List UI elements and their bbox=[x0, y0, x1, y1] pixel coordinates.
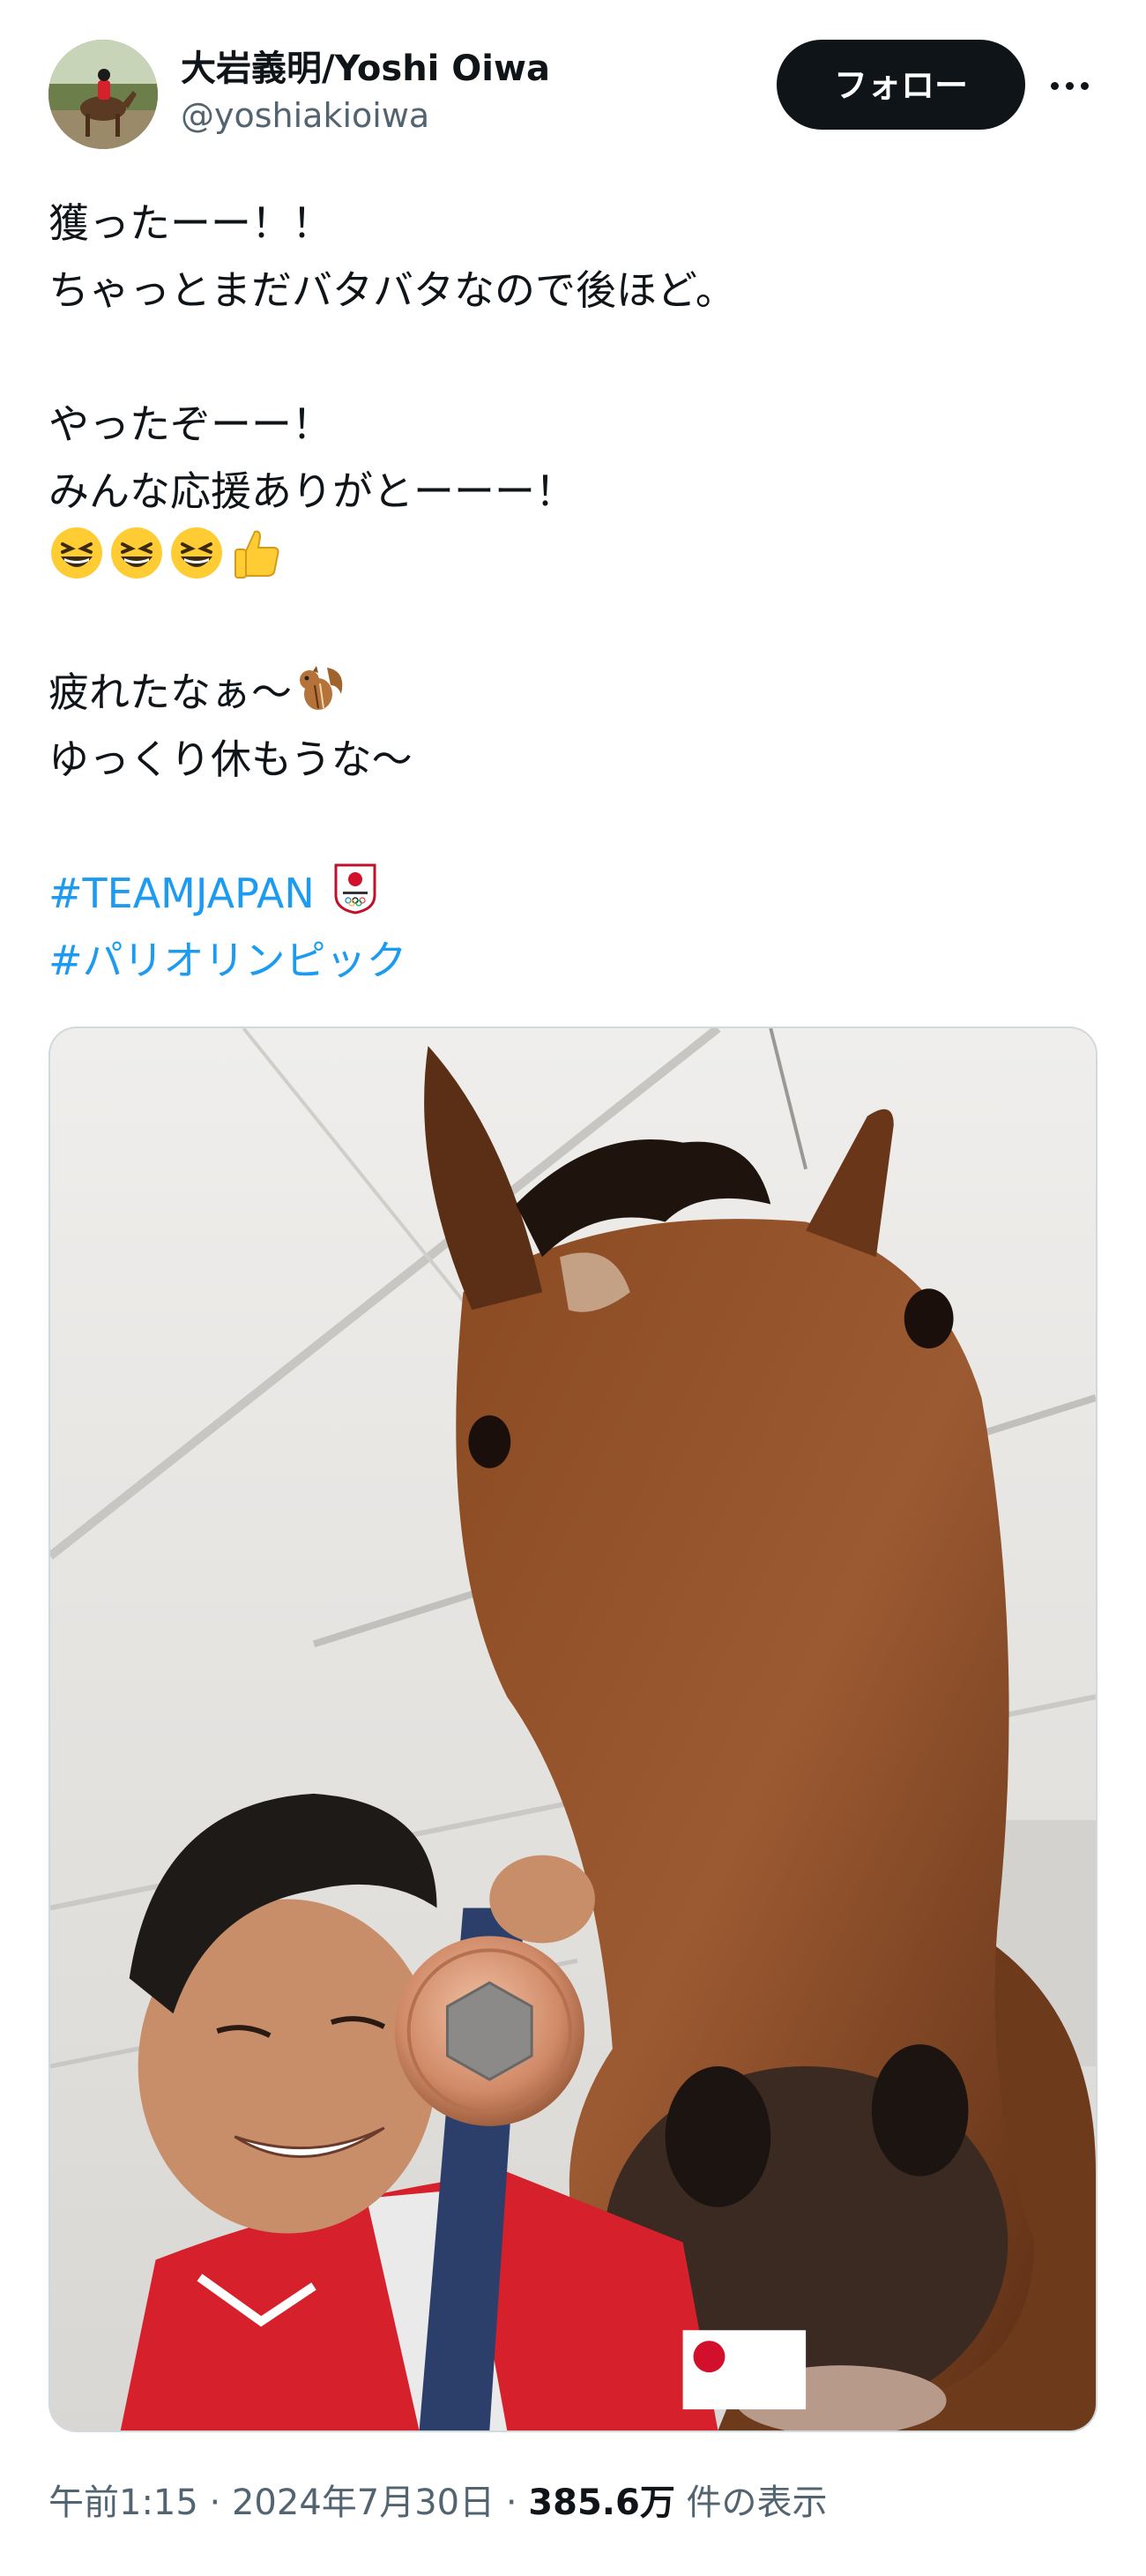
follow-button[interactable]: フォロー bbox=[777, 40, 1025, 130]
tweet-photo[interactable] bbox=[48, 1027, 1098, 2432]
chipmunk-icon bbox=[292, 659, 348, 715]
grinning-squinting-face-icon bbox=[108, 525, 165, 581]
tweet-line: みんな応援ありがとーーー！ bbox=[48, 467, 576, 515]
grinning-squinting-face-icon bbox=[168, 525, 225, 581]
hashtag-link[interactable]: #TEAMJAPAN bbox=[48, 870, 315, 917]
tweet-date-link[interactable]: 2024年7月30日 bbox=[232, 2483, 495, 2523]
tweet-header: 大岩義明/Yoshi Oiwa @yoshiakioiwa フォロー bbox=[48, 40, 1098, 154]
tweet-line: 疲れたなぁ〜 bbox=[48, 659, 1098, 726]
tweet-time-link[interactable]: 午前1:15 bbox=[48, 2483, 198, 2523]
grinning-squinting-face-icon bbox=[48, 525, 105, 581]
views-count: 385.6万 bbox=[528, 2483, 675, 2523]
team-japan-emblem-icon bbox=[327, 860, 383, 916]
meta-separator: · bbox=[197, 2483, 232, 2523]
hashtag-line: #パリオリンピック bbox=[48, 927, 1098, 994]
meta-separator: · bbox=[495, 2483, 529, 2523]
views-label: 件の表示 bbox=[674, 2483, 828, 2523]
avatar-horse-jumping-icon bbox=[48, 40, 158, 149]
user-handle[interactable]: @yoshiakioiwa bbox=[181, 93, 550, 138]
tweet-line: やったぞーー！ bbox=[48, 400, 332, 448]
tweet-meta: 午前1:15 · 2024年7月30日 · 385.6万 件の表示 bbox=[48, 2478, 828, 2527]
author-names: 大岩義明/Yoshi Oiwa @yoshiakioiwa bbox=[181, 45, 550, 138]
avatar[interactable] bbox=[48, 40, 158, 149]
thumbs-up-icon bbox=[228, 525, 285, 581]
display-name[interactable]: 大岩義明/Yoshi Oiwa bbox=[181, 45, 550, 93]
photo-horse-rider-medal bbox=[50, 1028, 1096, 2430]
tweet-line-text: 疲れたなぁ〜 bbox=[48, 668, 292, 716]
more-options-icon[interactable] bbox=[1045, 61, 1094, 110]
hashtag-link[interactable]: #パリオリンピック bbox=[48, 937, 407, 984]
hashtag-line: #TEAMJAPAN bbox=[48, 860, 1098, 927]
tweet-line: 獲ったーー！！ bbox=[48, 199, 332, 247]
emoji-row bbox=[48, 525, 1098, 592]
tweet-line: ちゃっとまだバタバタなので後ほど。 bbox=[48, 266, 736, 314]
tweet-line: ゆっくり休もうな〜 bbox=[48, 735, 413, 783]
tweet-text: 獲ったーー！！ ちゃっとまだバタバタなので後ほど。 やったぞーー！ みんな応援あ… bbox=[48, 190, 1098, 994]
